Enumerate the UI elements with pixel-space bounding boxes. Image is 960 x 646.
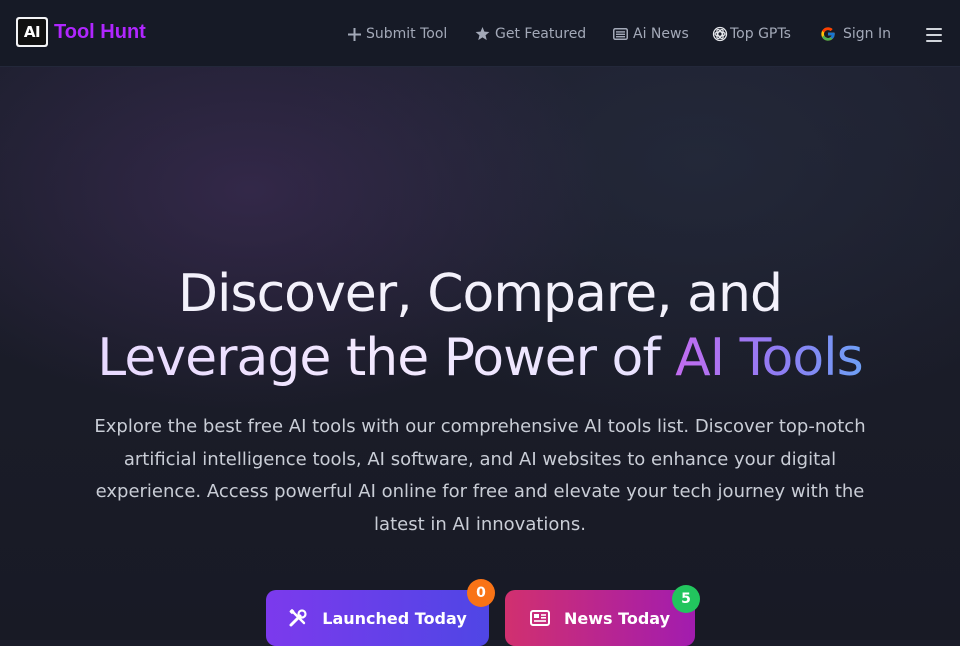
nav-top-gpts[interactable]: Top GPTs [712, 26, 791, 42]
news-today-label: News Today [563, 608, 671, 628]
nav-sign-in-label: Sign In [843, 26, 891, 42]
newspaper-icon [529, 610, 550, 626]
tools-icon [288, 608, 308, 628]
logo-name: Tool Hunt [54, 20, 146, 43]
nav-ai-news[interactable]: Ai News [613, 26, 689, 42]
nav-submit-tool-label: Submit Tool [366, 26, 448, 42]
nav-get-featured[interactable]: Get Featured [475, 26, 586, 42]
nav-submit-tool[interactable]: Submit Tool [348, 26, 447, 42]
menu-icon[interactable] [926, 28, 942, 42]
launched-today-label: Launched Today [322, 608, 467, 628]
hero-description: Explore the best free AI tools with our … [94, 416, 866, 535]
newspaper-icon [613, 28, 628, 40]
hero-title-line2: Leverage the Power of AI Tools [0, 326, 960, 390]
openai-icon [712, 26, 728, 42]
site-logo[interactable]: AI Tool Hunt [16, 17, 146, 47]
star-icon [475, 27, 490, 41]
news-today-count-badge: 5 [672, 585, 700, 613]
hero-title: Discover, Compare, and Leverage the Powe… [0, 262, 960, 390]
launched-today-button[interactable]: Launched Today [266, 590, 489, 646]
nav-ai-news-label: Ai News [633, 26, 689, 42]
logo-badge: AI [16, 17, 48, 47]
plus-icon [348, 27, 361, 41]
hero-title-line1: Discover, Compare, and [178, 264, 783, 324]
launched-today-count-badge: 0 [467, 579, 495, 607]
hero-title-line2-text: Leverage the Power of [97, 328, 676, 388]
nav-get-featured-label: Get Featured [495, 26, 587, 42]
nav-top-gpts-label: Top GPTs [730, 26, 791, 42]
nav-sign-in[interactable]: Sign In [820, 26, 891, 42]
news-today-button[interactable]: News Today [505, 590, 695, 646]
hero-title-highlight: AI Tools [675, 328, 864, 388]
top-navbar: AI Tool Hunt Submit Tool Get Featured Ai… [0, 0, 960, 67]
google-icon [820, 26, 836, 42]
logo-badge-text: AI [18, 19, 46, 45]
